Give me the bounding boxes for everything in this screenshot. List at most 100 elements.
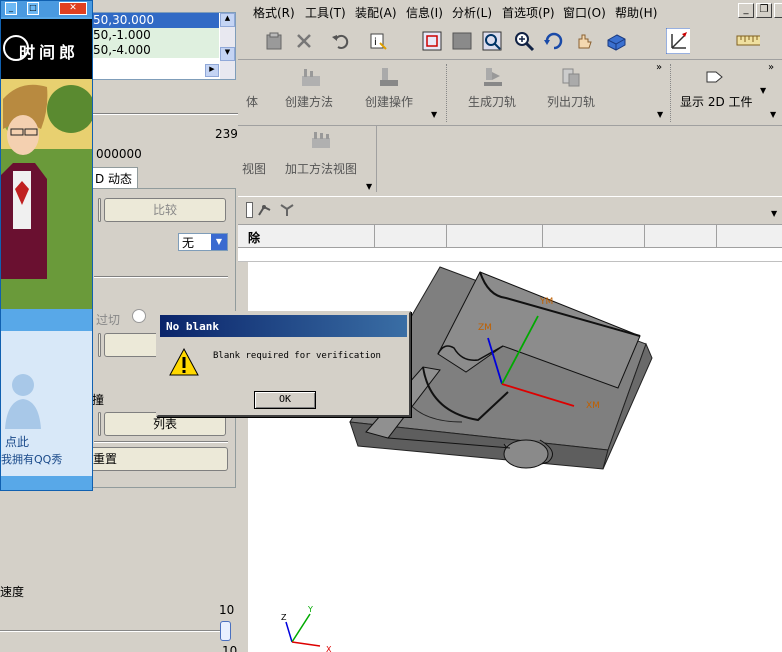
dialog-title: No blank [160,315,407,337]
chevron-down-icon[interactable]: ▼ [366,182,372,191]
tab-2d-dynamic[interactable]: D 动态 [92,167,138,188]
wcs-label-ym: YM [539,297,553,307]
column-header-delete[interactable]: 除 [248,229,260,246]
overcut-radio[interactable] [132,309,146,323]
column-divider [446,225,447,247]
absolute-axes-triad: Z Y X [281,605,332,652]
restore-button[interactable]: ❐ [756,3,772,18]
menu-assembly[interactable]: 装配(A) [355,4,397,21]
list-toolpath-button[interactable]: 列出刀轨 [547,93,595,110]
generate-toolpath-button[interactable]: 生成刀轨 [468,93,516,110]
speed-slider-thumb[interactable] [220,621,231,641]
qq-show-promo[interactable]: 我拥有QQ秀 [1,451,62,467]
selection-box[interactable] [246,202,253,218]
chevron-down-icon[interactable]: ▼ [760,86,766,95]
brand-name: 时间郎 [19,43,80,62]
zoom-icon[interactable] [512,29,536,53]
view-label[interactable]: 视图 [242,160,266,177]
no-blank-dialog: No blank Blank required for verification… [156,311,411,417]
warning-icon [169,347,199,376]
column-divider [644,225,645,247]
chevron-down-icon[interactable]: ▼ [770,110,776,119]
compare-button[interactable]: 比较 [104,198,226,222]
create-method-icon[interactable] [300,66,322,88]
qq-title-bar: _ □ ✕ [1,1,92,17]
group-divider [670,64,671,122]
create-operation-button[interactable]: 创建操作 [365,93,413,110]
maximize-button[interactable]: □ [27,2,39,15]
method-view-icon[interactable] [310,130,332,152]
qq-show-window: _ □ ✕ 时间郎 点此 我拥有QQ秀 [0,0,95,491]
more-arrows-icon[interactable]: » [768,62,774,73]
display-mode-select[interactable]: 无 ▼ [178,233,228,251]
zoom-region-icon[interactable] [480,29,504,53]
menu-info[interactable]: 信息(I) [406,4,443,21]
wcs-label-zm: ZM [478,323,492,333]
create-operation-icon[interactable] [378,66,400,88]
display-2d-icon[interactable] [704,66,726,88]
zoom-window-icon[interactable] [450,29,474,53]
option-button[interactable] [104,333,159,357]
machining-method-view-button[interactable]: 加工方法视图 [285,160,357,177]
menu-preferences[interactable]: 首选项(P) [502,4,555,21]
axis-label-z: Z [281,613,287,622]
minimize-button[interactable]: _ [738,3,754,18]
chevron-down-icon[interactable]: ▼ [431,110,437,119]
chevron-down-icon[interactable]: ▼ [657,110,663,119]
chevron-down-icon[interactable]: ▼ [211,234,227,250]
rotate-icon[interactable] [542,29,566,53]
undo-icon[interactable] [328,29,352,53]
ribbon-create: 体 创建方法 创建操作 ▼ 生成刀轨 列出刀轨 » ▼ 显示 2D 工件 ▼ »… [238,60,782,126]
button-edge[interactable] [98,333,101,357]
menu-window[interactable]: 窗口(O) [563,4,606,21]
close-button[interactable] [774,3,782,18]
wcs-label-xm: XM [586,401,600,411]
list-item[interactable]: 50,-1.000 [91,28,219,43]
delete-icon[interactable] [292,29,316,53]
dialog-message: Blank required for verification [213,351,381,361]
user-silhouette-icon [5,374,41,429]
ok-button[interactable]: OK [254,391,316,409]
click-here-link[interactable]: 点此 [5,433,29,450]
vertical-scrollbar[interactable]: ▲ ▼ [220,13,235,79]
fit-view-icon[interactable] [420,29,444,53]
speed-slider-track[interactable] [0,630,224,632]
list-item[interactable]: 50,-4.000 [91,43,219,58]
pan-icon[interactable] [572,29,596,53]
list-toolpath-icon[interactable] [560,66,582,88]
menu-tools[interactable]: 工具(T) [305,4,346,21]
display-2d-workpiece-button[interactable]: 显示 2D 工件 [680,93,753,110]
group-divider [446,64,447,122]
filter-icon[interactable] [278,201,296,222]
scroll-down-icon[interactable]: ▼ [220,47,235,61]
avatar-image [1,79,95,309]
paste-icon[interactable] [262,29,286,53]
wcs-icon[interactable] [666,28,690,54]
list-item[interactable]: 50,30.000 [91,13,219,28]
toolpath-list[interactable]: 50,30.000 50,-1.000 50,-4.000 ▲ ▼ ▶ [90,12,236,80]
generate-toolpath-icon[interactable] [482,66,504,88]
group-divider [376,126,377,192]
separator [94,441,228,443]
menu-analysis[interactable]: 分析(L) [452,4,492,21]
scroll-up-icon[interactable]: ▲ [220,13,235,27]
close-button[interactable]: ✕ [59,2,87,15]
snap-icon[interactable] [256,201,274,222]
chevron-down-icon[interactable]: ▼ [771,209,777,218]
avatar-scene [1,79,95,309]
scroll-right-icon[interactable]: ▶ [205,64,219,77]
info-icon[interactable]: i [366,29,390,53]
menu-format[interactable]: 格式(R) [253,4,295,21]
button-edge[interactable] [98,198,101,222]
reset-button[interactable]: 重置 [84,447,228,471]
qq-promo-area: 点此 我拥有QQ秀 [1,331,92,476]
button-edge[interactable] [98,412,101,436]
create-method-button[interactable]: 创建方法 [285,93,333,110]
shaded-view-icon[interactable] [604,29,628,53]
axis-label-y: Y [307,605,313,614]
minimize-button[interactable]: _ [5,2,17,15]
qq-brand-banner: 时间郎 [1,19,92,79]
more-arrows-icon[interactable]: » [656,62,662,73]
measure-icon[interactable] [736,29,760,53]
menu-help[interactable]: 帮助(H) [615,4,657,21]
